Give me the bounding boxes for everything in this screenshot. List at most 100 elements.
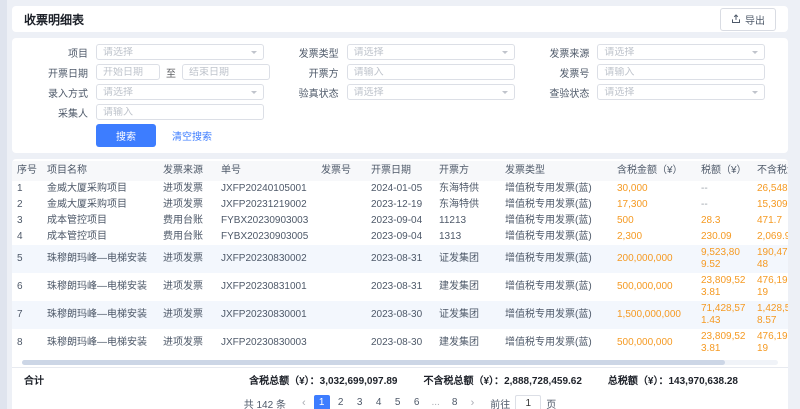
table-panel: 序号项目名称发票来源单号发票号开票日期开票方发票类型含税金额（¥）税额（¥）不含… [12, 159, 788, 409]
entry-method-field: 录入方式 [24, 84, 275, 100]
cell-no: 3 [12, 213, 42, 229]
invoice-table: 序号项目名称发票来源单号发票号开票日期开票方发票类型含税金额（¥）税额（¥）不含… [12, 161, 788, 357]
cell-amount_excl: 2,069.91 [752, 229, 788, 245]
cell-date: 2023-08-30 [366, 329, 434, 357]
invoice-date-field: 开票日期 至 [24, 64, 275, 80]
prev-page-button[interactable]: ‹ [299, 397, 309, 409]
summary-totals: 含税总额（¥）：3,032,699,097.89 不含税总额（¥）：2,888,… [249, 372, 738, 387]
total-count: 共 142 条 [244, 396, 286, 409]
filter-row-4: 采集人 [24, 104, 776, 120]
cell-amount_excl: 1,428,571,428.57 [752, 301, 788, 329]
cell-type: 增值税专用发票(蓝) [500, 181, 612, 197]
table-row: 5珠穆朗玛峰—电梯安装进项发票JXFP202308300022023-08-31… [12, 245, 788, 273]
cell-tax: 23,809,523.81 [696, 329, 752, 357]
invoice-no-input[interactable] [604, 67, 758, 78]
invoice-source-label: 发票来源 [525, 45, 589, 60]
table-body: 1金威大厦采购项目进项发票JXFP202401050012024-01-05东海… [12, 181, 788, 357]
search-button[interactable]: 搜索 [96, 124, 156, 147]
check-status-label: 查验状态 [525, 85, 589, 100]
issuer-input[interactable] [354, 67, 508, 78]
check-status-select-input[interactable] [604, 87, 748, 98]
chevron-down-icon [251, 91, 257, 97]
entry-method-select[interactable] [96, 84, 264, 100]
collector-input[interactable] [103, 107, 257, 118]
cell-doc_no: JXFP20240105001 [216, 181, 316, 197]
cell-type: 增值税专用发票(蓝) [500, 329, 612, 357]
cell-invoice_no [316, 301, 366, 329]
invoice-type-select-input[interactable] [354, 47, 498, 58]
verify-status-select[interactable] [347, 84, 515, 100]
invoice-date-end-input[interactable] [189, 67, 263, 78]
invoice-date-start[interactable] [96, 64, 160, 80]
next-page-button[interactable]: › [468, 397, 478, 409]
invoice-no-field: 发票号 [525, 64, 776, 80]
verify-status-select-input[interactable] [354, 87, 498, 98]
chevron-down-icon [752, 51, 758, 57]
page-button-4[interactable]: 4 [371, 395, 387, 409]
cell-source: 进项发票 [158, 301, 216, 329]
cell-amount_incl: 500,000,000 [612, 329, 696, 357]
goto-page-input[interactable] [515, 395, 541, 409]
column-header-tax: 税额（¥） [696, 161, 752, 181]
left-edge-strip [0, 0, 7, 409]
invoice-no-input-wrap[interactable] [597, 64, 765, 80]
page-button-2[interactable]: 2 [333, 395, 349, 409]
collector-input-wrap[interactable] [96, 104, 264, 120]
page-button-1[interactable]: 1 [314, 395, 330, 409]
check-status-select[interactable] [597, 84, 765, 100]
date-separator: 至 [166, 65, 176, 80]
scrollbar-thumb[interactable] [22, 360, 725, 365]
project-field: 项目 [24, 44, 275, 60]
cell-amount_incl: 2,300 [612, 229, 696, 245]
pagination: 共 142 条 ‹ 123456...8 › 前往 页 [12, 391, 788, 409]
collector-field: 采集人 [24, 104, 275, 120]
excl-total: 不含税总额（¥）：2,888,728,459.62 [424, 372, 582, 387]
clear-search-button[interactable]: 清空搜索 [166, 124, 218, 147]
cell-tax: 28.3 [696, 213, 752, 229]
pager-ellipsis: ... [428, 395, 444, 409]
export-button[interactable]: 导出 [720, 8, 776, 31]
export-label: 导出 [745, 12, 765, 27]
cell-type: 增值税专用发票(蓝) [500, 245, 612, 273]
page-button-5[interactable]: 5 [390, 395, 406, 409]
page-button-6[interactable]: 6 [409, 395, 425, 409]
check-status-field: 查验状态 [525, 84, 776, 100]
project-select-input[interactable] [103, 47, 247, 58]
excl-total-value: 2,888,728,459.62 [504, 376, 582, 387]
issuer-input-wrap[interactable] [347, 64, 515, 80]
invoice-date-end[interactable] [182, 64, 270, 80]
horizontal-scrollbar[interactable] [22, 360, 778, 365]
cell-invoice_no [316, 245, 366, 273]
incl-total-label: 含税总额（¥）： [249, 376, 320, 387]
cell-project: 珠穆朗玛峰—电梯安装 [42, 245, 158, 273]
column-header-type: 发票类型 [500, 161, 612, 181]
cell-no: 4 [12, 229, 42, 245]
table-row: 6珠穆朗玛峰—电梯安装进项发票JXFP202308310012023-08-31… [12, 273, 788, 301]
summary-row: 合计 含税总额（¥）：3,032,699,097.89 不含税总额（¥）：2,8… [12, 367, 788, 391]
cell-issuer: 证发集团 [434, 245, 500, 273]
invoice-date-start-input[interactable] [103, 67, 153, 78]
verify-status-label: 验真状态 [275, 85, 339, 100]
chevron-down-icon [502, 51, 508, 57]
cell-source: 费用台账 [158, 229, 216, 245]
invoice-source-select-input[interactable] [604, 47, 748, 58]
entry-method-label: 录入方式 [24, 85, 88, 100]
tax-total-value: 143,970,638.28 [668, 376, 738, 387]
cell-amount_excl: 26,548.67 [752, 181, 788, 197]
cell-no: 7 [12, 301, 42, 329]
cell-issuer: 证发集团 [434, 301, 500, 329]
filter-row-1: 项目 发票类型 发票来源 [24, 44, 776, 60]
entry-method-select-input[interactable] [103, 87, 247, 98]
column-header-no: 序号 [12, 161, 42, 181]
invoice-source-select[interactable] [597, 44, 765, 60]
project-select[interactable] [96, 44, 264, 60]
invoice-type-select[interactable] [347, 44, 515, 60]
cell-tax: 230.09 [696, 229, 752, 245]
cell-no: 5 [12, 245, 42, 273]
page-button-3[interactable]: 3 [352, 395, 368, 409]
page-button-8[interactable]: 8 [447, 395, 463, 409]
cell-amount_incl: 17,300 [612, 197, 696, 213]
cell-tax: 23,809,523.81 [696, 273, 752, 301]
cell-amount_incl: 500,000,000 [612, 273, 696, 301]
pager-pages: 123456...8 [314, 395, 463, 409]
